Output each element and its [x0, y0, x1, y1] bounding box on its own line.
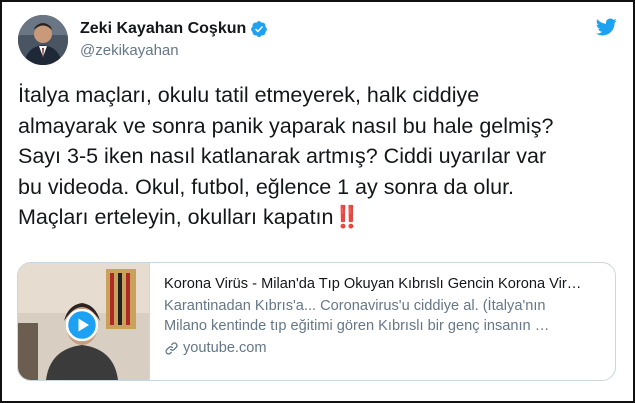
tweet-text: İtalya maçları, okulu tatil etmeyerek, h…	[18, 80, 618, 233]
avatar[interactable]	[18, 15, 68, 65]
link-preview-card[interactable]: Korona Virüs - Milan'da Tıp Okuyan Kıbrı…	[17, 262, 616, 381]
card-title: Korona Virüs - Milan'da Tıp Okuyan Kıbrı…	[164, 276, 582, 292]
user-handle[interactable]: @zekikayahan	[80, 42, 179, 59]
tweet-line: Sayı 3-5 iken nasıl katlanarak artmış? C…	[18, 144, 547, 168]
card-description: Karantinadan Kıbrıs'a... Coronavirus'u c…	[164, 296, 604, 336]
tweet-line: İtalya maçları, okulu tatil etmeyerek, h…	[18, 83, 480, 107]
twitter-bird-icon[interactable]	[595, 16, 617, 38]
card-description-line: Karantinadan Kıbrıs'a... Coronavirus'u c…	[164, 298, 546, 314]
double-exclamation-emoji: ‼️	[333, 205, 360, 229]
tweet-line: bu videoda. Okul, futbol, eğlence 1 ay s…	[18, 174, 515, 199]
tweet-line: Maçları erteleyin, okulları kapatın‼️	[18, 202, 618, 233]
link-icon	[165, 341, 178, 355]
tweet-line-text: Maçları erteleyin, okulları kapatın	[18, 205, 334, 229]
tweet-line: almayarak ve sonra panik yaparak nasıl b…	[18, 113, 554, 138]
display-name[interactable]: Zeki Kayahan Coşkun	[80, 20, 246, 38]
play-icon[interactable]	[66, 309, 98, 341]
card-body: Korona Virüs - Milan'da Tıp Okuyan Kıbrı…	[150, 263, 604, 380]
avatar-image	[18, 15, 68, 65]
card-domain: youtube.com	[164, 338, 604, 358]
verified-badge-icon	[251, 21, 268, 37]
card-description-line: Milano kentinde tıp eğitimi gören Kıbrıs…	[164, 318, 550, 334]
name-row: Zeki Kayahan Coşkun	[80, 20, 268, 38]
card-domain-text: youtube.com	[183, 340, 267, 356]
video-thumbnail[interactable]	[18, 263, 150, 380]
